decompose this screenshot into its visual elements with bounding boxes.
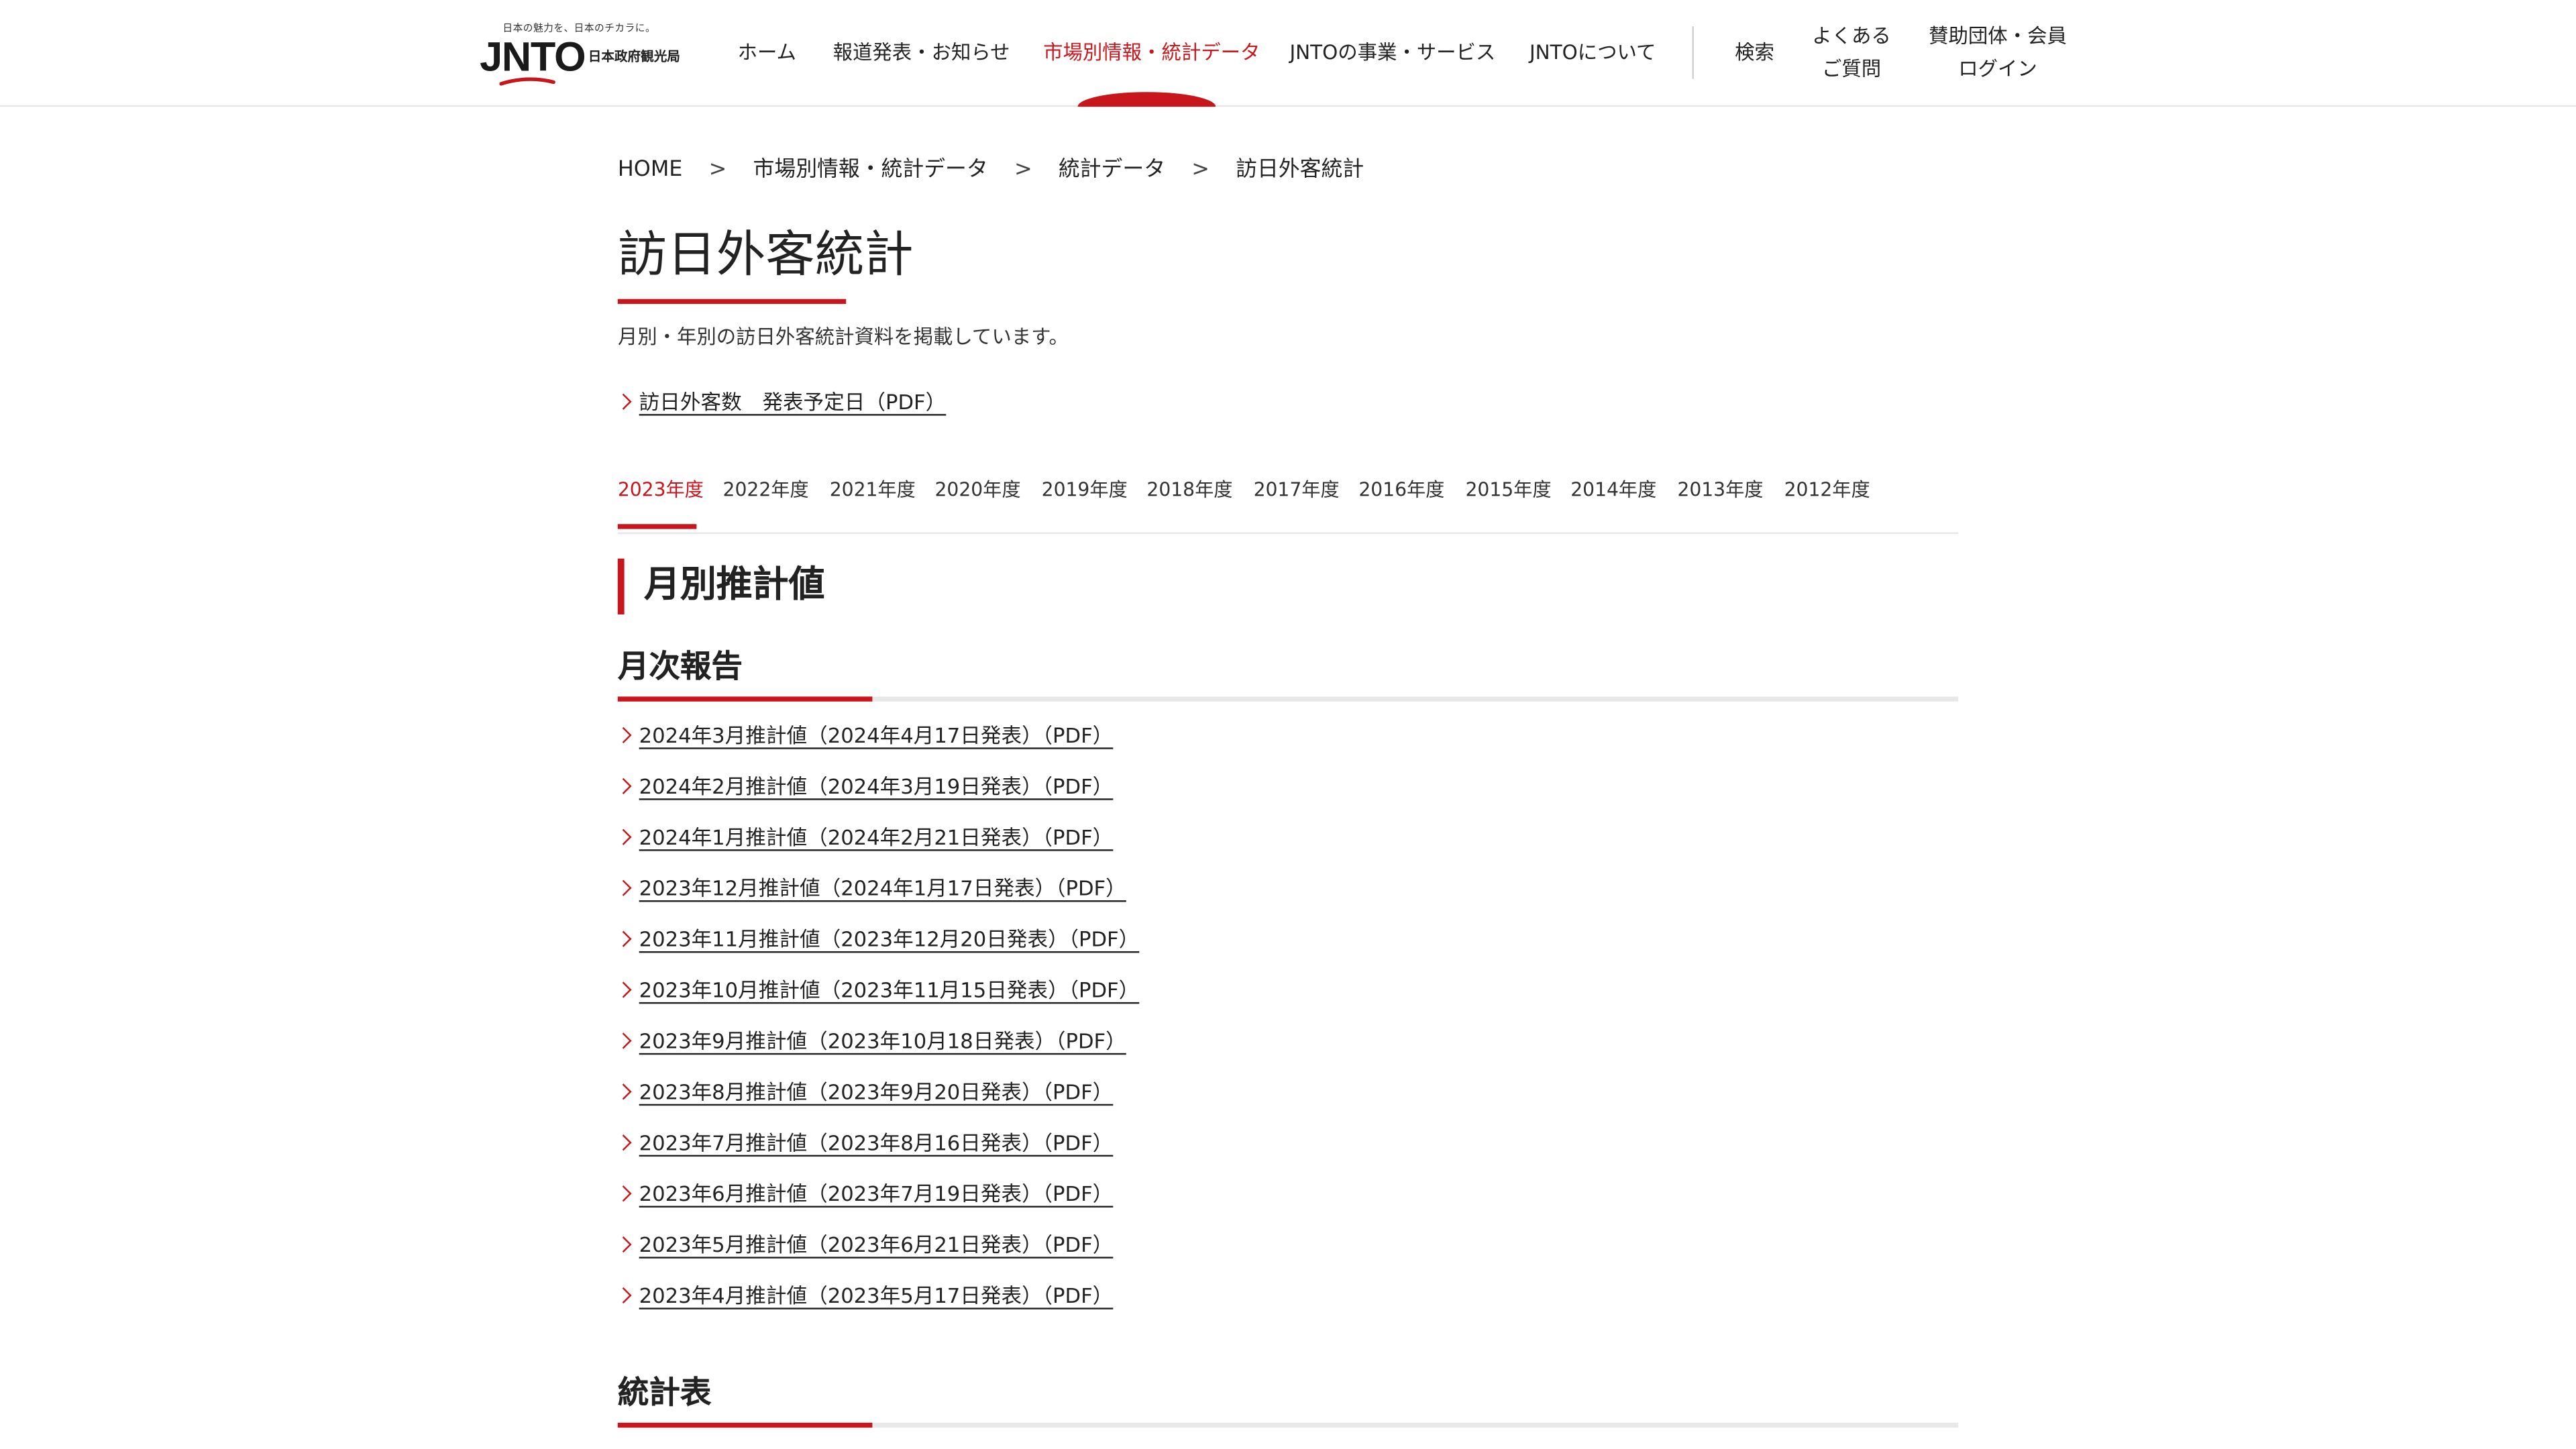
chevron-right-icon [615, 1185, 632, 1202]
report-link-text: 2023年6月推計値（2023年7月19日発表）（PDF） [639, 1181, 1114, 1206]
report-link-text: 2024年1月推計値（2024年2月21日発表）（PDF） [639, 824, 1114, 850]
nav-active-indicator [1077, 92, 1216, 107]
tab-2016[interactable]: 2016年度 [1358, 476, 1444, 502]
breadcrumb-separator: > [708, 158, 727, 182]
heading-rule-accent [617, 696, 873, 702]
tab-2019[interactable]: 2019年度 [1042, 476, 1128, 502]
report-link-text: 2023年7月推計値（2023年8月16日発表）（PDF） [639, 1130, 1114, 1155]
year-tabs: 2023年度 2022年度 2021年度 2020年度 2019年度 2018年… [617, 473, 1959, 534]
nav-press-news[interactable]: 報道発表・お知らせ [833, 40, 1010, 66]
tab-2014[interactable]: 2014年度 [1570, 476, 1656, 502]
chevron-right-icon [615, 777, 632, 794]
stats-table-heading-text: 統計表 [617, 1375, 712, 1411]
report-link-text: 2024年3月推計値（2024年4月17日発表）（PDF） [639, 722, 1114, 748]
tab-2018[interactable]: 2018年度 [1146, 476, 1232, 502]
chevron-right-icon [615, 1032, 632, 1049]
report-link-text: 2023年4月推計値（2023年5月17日発表）（PDF） [639, 1283, 1114, 1308]
report-link-text: 2023年10月推計値（2023年11月15日発表）（PDF） [639, 977, 1140, 1002]
report-link-text: 2023年12月推計値（2024年1月17日発表）（PDF） [639, 875, 1126, 901]
report-link-text: 2023年8月推計値（2023年9月20日発表）（PDF） [639, 1079, 1114, 1104]
nav-home[interactable]: ホーム [738, 40, 796, 66]
breadcrumb-statistics-data[interactable]: 統計データ [1059, 158, 1165, 182]
tab-2021[interactable]: 2021年度 [830, 476, 916, 502]
member-login-line2: ログイン [1958, 57, 2037, 81]
breadcrumb-market-statistics[interactable]: 市場別情報・統計データ [753, 158, 988, 182]
chevron-right-icon [615, 393, 632, 410]
page-title-underline [617, 299, 847, 305]
logo-swoosh-icon [499, 77, 555, 86]
section-title-text: 月別推計値 [644, 565, 825, 606]
member-login-link[interactable]: 賛助団体・会員 ログイン [1929, 19, 2067, 85]
jnto-logo[interactable]: 日本の魅力を、日本のチカラに。 JNTO 日本政府観光局 [480, 19, 693, 89]
site-header: 日本の魅力を、日本のチカラに。 JNTO 日本政府観光局 ホーム 報道発表・お知… [0, 0, 2576, 107]
active-tab-underline [617, 524, 697, 529]
report-link-text: 2023年9月推計値（2023年10月18日発表）（PDF） [639, 1028, 1126, 1053]
schedule-pdf-link-text: 訪日外客数 発表予定日（PDF） [639, 389, 947, 415]
tab-2015[interactable]: 2015年度 [1466, 476, 1552, 502]
report-link-text: 2023年5月推計値（2023年6月21日発表）（PDF） [639, 1232, 1114, 1257]
chevron-right-icon [615, 879, 632, 896]
tab-2020[interactable]: 2020年度 [934, 476, 1020, 502]
heading-rule-accent [617, 1422, 873, 1428]
logo-subtitle: 日本政府観光局 [588, 49, 680, 64]
page: 日本の魅力を、日本のチカラに。 JNTO 日本政府観光局 ホーム 報道発表・お知… [0, 0, 2576, 1449]
breadcrumb-current: 訪日外客統計 [1236, 158, 1364, 182]
chevron-right-icon [615, 981, 632, 998]
report-link-text: 2023年11月推計値（2023年12月20日発表）（PDF） [639, 926, 1140, 951]
nav-divider [1692, 26, 1694, 79]
tab-2013[interactable]: 2013年度 [1677, 476, 1763, 502]
chevron-right-icon [615, 1134, 632, 1151]
member-login-line1: 賛助団体・会員 [1929, 24, 2067, 48]
logo-mark: JNTO [480, 34, 586, 81]
breadcrumb-home[interactable]: HOME [618, 158, 683, 182]
chevron-right-icon [615, 727, 632, 744]
tab-2023[interactable]: 2023年度 [618, 476, 704, 502]
faq-link-line2: ご質問 [1821, 57, 1882, 81]
monthly-report-heading: 月次報告 [617, 644, 1959, 702]
report-link-text: 2024年2月推計値（2024年3月19日発表）（PDF） [639, 773, 1114, 799]
breadcrumb-separator: > [1014, 158, 1032, 182]
page-title: 訪日外客統計 [617, 226, 914, 284]
chevron-right-icon [615, 828, 632, 845]
chevron-right-icon [615, 1083, 632, 1100]
nav-business-services[interactable]: JNTOの事業・サービス [1289, 40, 1495, 66]
breadcrumb-separator: > [1191, 158, 1210, 182]
faq-link-line1: よくある [1812, 24, 1891, 48]
nav-market-statistics[interactable]: 市場別情報・統計データ [1043, 40, 1260, 66]
logo-tagline: 日本の魅力を、日本のチカラに。 [502, 23, 656, 35]
tab-2012[interactable]: 2012年度 [1784, 476, 1870, 502]
tab-2022[interactable]: 2022年度 [723, 476, 809, 502]
nav-about-jnto[interactable]: JNTOについて [1529, 40, 1656, 66]
breadcrumb: HOME > 市場別情報・統計データ > 統計データ > 訪日外客統計 [618, 154, 1364, 187]
tab-2017[interactable]: 2017年度 [1254, 476, 1340, 502]
monthly-report-heading-text: 月次報告 [617, 649, 743, 686]
search-link[interactable]: 検索 [1735, 36, 1774, 69]
faq-link[interactable]: よくある ご質問 [1812, 19, 1891, 85]
chevron-right-icon [615, 1287, 632, 1304]
chevron-right-icon [615, 930, 632, 947]
chevron-right-icon [615, 1236, 632, 1253]
section-title-bar [617, 558, 625, 614]
stats-table-heading: 統計表 [617, 1370, 1959, 1428]
page-lead-text: 月別・年別の訪日外客統計資料を掲載しています。 [617, 325, 1069, 349]
